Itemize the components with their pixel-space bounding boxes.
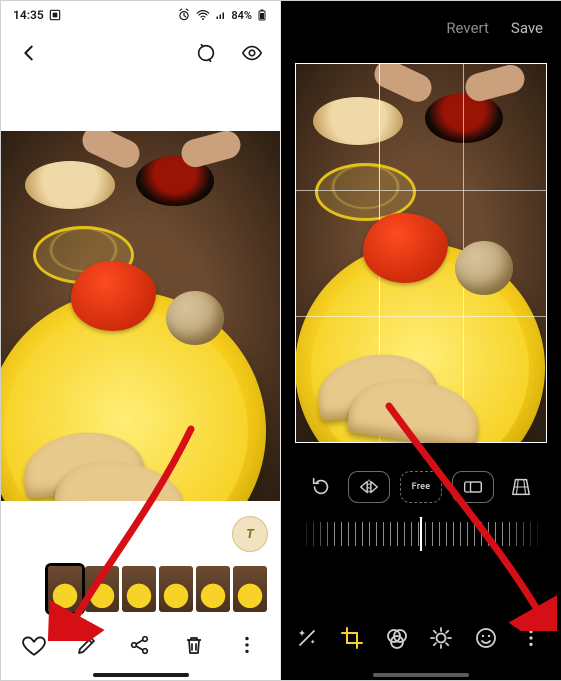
flip-horizontal-button[interactable] [348, 471, 390, 503]
rotation-ruler[interactable] [299, 517, 543, 551]
ruler-indicator-icon [416, 517, 426, 519]
trash-icon [182, 633, 206, 657]
editor-top-bar: Revert Save [281, 1, 561, 55]
more-vertical-icon [236, 634, 258, 656]
more-vertical-icon [520, 627, 542, 649]
eye-icon [240, 42, 264, 64]
battery-icon [256, 8, 268, 22]
gesture-bar [93, 673, 189, 677]
favorite-button[interactable] [14, 625, 54, 665]
flip-horizontal-icon [358, 479, 380, 495]
more-button[interactable] [227, 625, 267, 665]
back-button[interactable] [13, 37, 45, 69]
save-button[interactable]: Save [511, 19, 543, 37]
thumbnail[interactable] [159, 566, 193, 612]
pencil-icon [75, 633, 99, 657]
status-bar: 14:35 84% [1, 1, 280, 29]
gallery-viewer-screen: 14:35 84% [1, 1, 281, 680]
mode-more[interactable] [513, 620, 549, 656]
battery-percent: 84% [231, 9, 252, 22]
mode-stickers[interactable] [468, 620, 504, 656]
rotate-ccw-icon [310, 476, 332, 498]
crop-toolbar: Free [281, 463, 561, 511]
thumbnail[interactable] [196, 566, 230, 612]
remaster-icon [195, 42, 217, 64]
signal-icon [215, 8, 227, 22]
magic-icon [295, 626, 319, 650]
edit-button[interactable] [67, 625, 107, 665]
thumbnail[interactable] [233, 566, 267, 612]
bixby-vision-chip[interactable]: T [232, 516, 268, 552]
chevron-left-icon [18, 42, 40, 64]
share-button[interactable] [120, 625, 160, 665]
screenshot-indicator-icon [48, 8, 62, 22]
free-ratio-button[interactable]: Free [400, 471, 442, 503]
viewer-action-bar [1, 616, 280, 680]
filters-icon [385, 626, 409, 650]
editor-mode-bar [281, 610, 561, 666]
thumbnail-strip[interactable]: T [1, 560, 280, 618]
alarm-icon [177, 8, 191, 22]
status-indicators: 84% [177, 8, 268, 22]
sun-icon [429, 626, 453, 650]
mode-crop[interactable] [334, 620, 370, 656]
mode-auto[interactable] [289, 620, 325, 656]
vision-button[interactable] [236, 37, 268, 69]
smiley-icon [474, 626, 498, 650]
thumbnail[interactable] [85, 566, 119, 612]
mode-filters[interactable] [379, 620, 415, 656]
mode-adjust[interactable] [423, 620, 459, 656]
wifi-icon [195, 8, 211, 22]
perspective-icon [510, 476, 532, 498]
perspective-button[interactable] [504, 470, 538, 504]
aspect-ratio-icon [463, 480, 483, 494]
photo-viewport[interactable] [1, 131, 280, 501]
rotate-button[interactable] [304, 470, 338, 504]
thumbnail[interactable] [122, 566, 156, 612]
heart-icon [21, 632, 47, 658]
crop-icon [340, 626, 364, 650]
remaster-button[interactable] [190, 37, 222, 69]
viewer-top-bar [1, 29, 280, 77]
aspect-ratio-button[interactable] [452, 471, 494, 503]
crop-frame[interactable] [295, 63, 547, 443]
revert-button[interactable]: Revert [446, 19, 489, 37]
thumbnail[interactable] [48, 566, 82, 612]
gesture-bar [373, 673, 469, 677]
share-icon [128, 633, 152, 657]
delete-button[interactable] [174, 625, 214, 665]
photo-editor-screen: Revert Save [281, 1, 561, 680]
status-time: 14:35 [13, 8, 44, 22]
